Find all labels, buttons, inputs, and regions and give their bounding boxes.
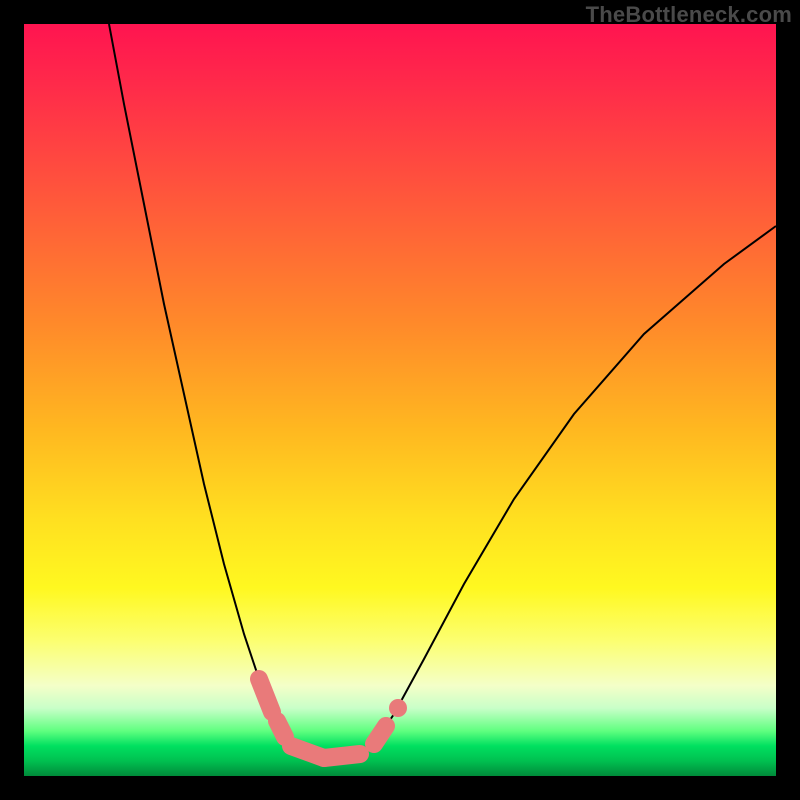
highlight-segment [374, 726, 386, 744]
highlight-segment [324, 754, 360, 758]
watermark-text: TheBottleneck.com [586, 2, 792, 28]
curve-right-branch [360, 226, 776, 756]
curve-left-branch [109, 24, 304, 756]
highlight-segment [277, 721, 285, 737]
plot-area [24, 24, 776, 776]
chart-svg [24, 24, 776, 776]
highlight-point [389, 699, 407, 717]
highlight-group [259, 679, 407, 758]
highlight-segment [259, 679, 272, 712]
